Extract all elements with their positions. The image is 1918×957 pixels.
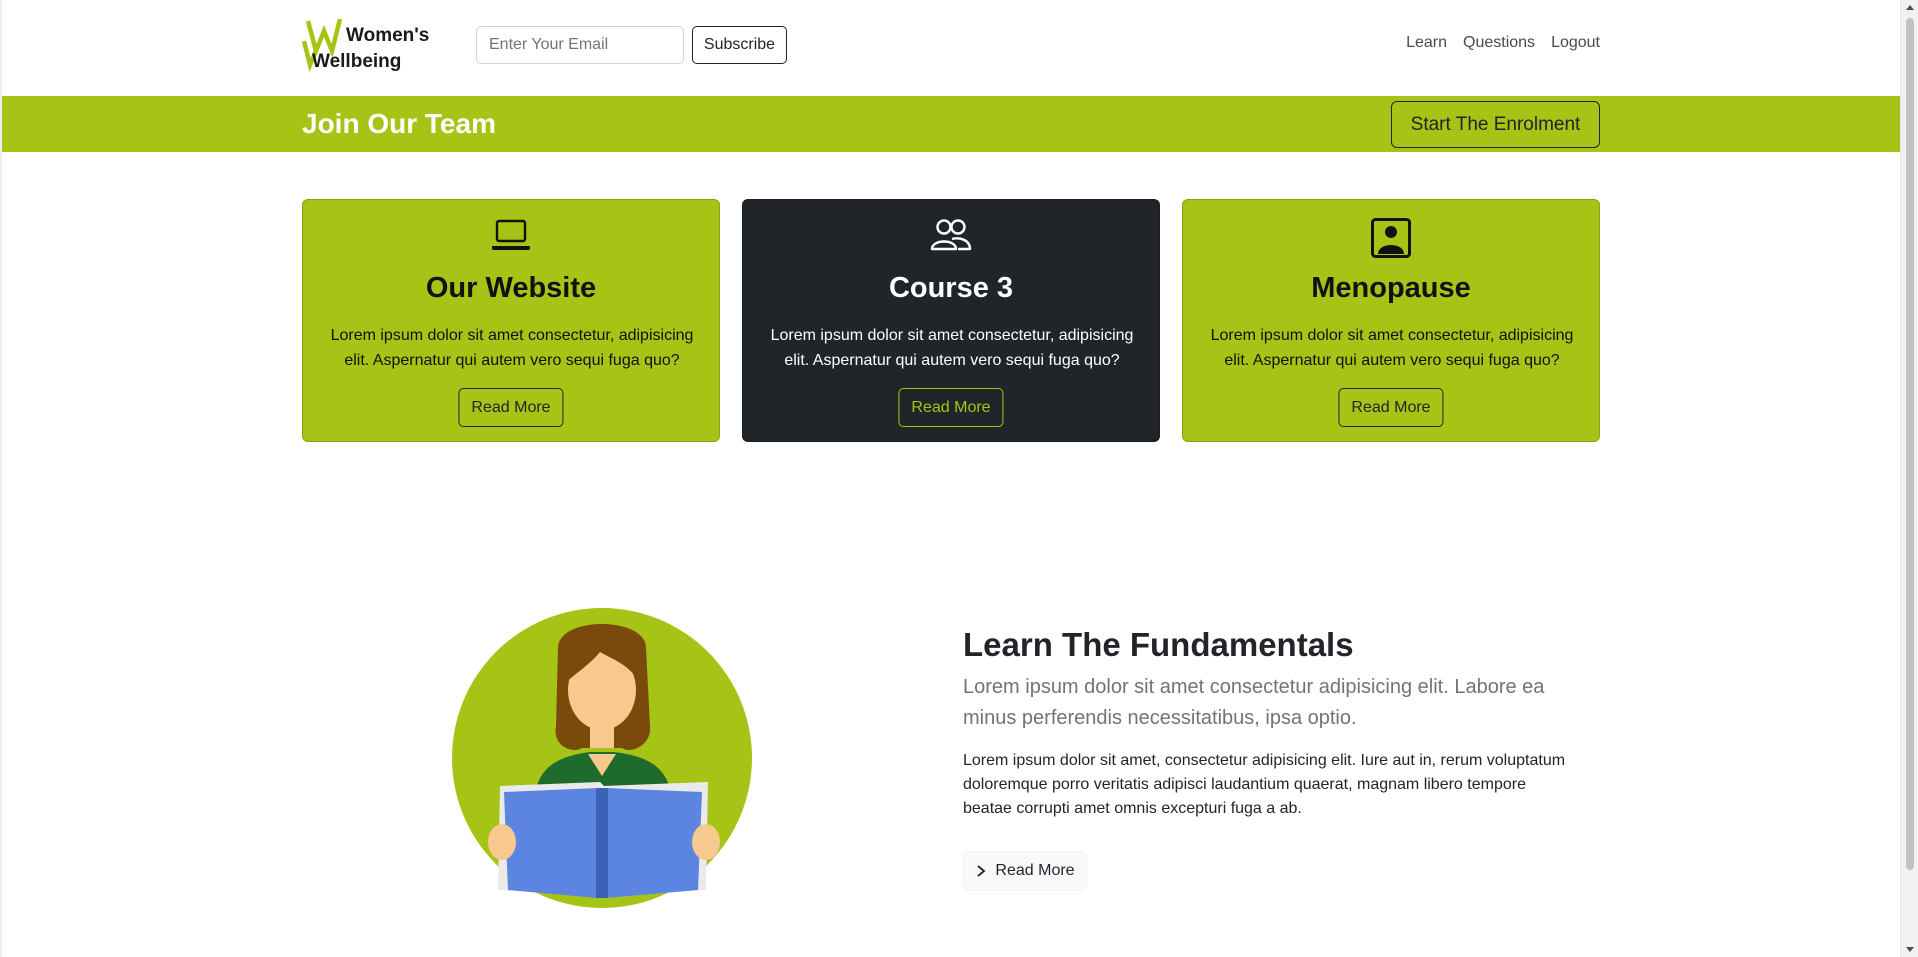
- card-title: Menopause: [1311, 272, 1471, 304]
- chevron-right-icon: [977, 865, 986, 877]
- start-enrolment-button[interactable]: Start The Enrolment: [1391, 101, 1600, 148]
- subscribe-button[interactable]: Subscribe: [692, 26, 787, 64]
- site-header: Women's Wellbeing Subscribe Learn Questi…: [2, 0, 1900, 96]
- card-text: Lorem ipsum dolor sit amet consectetur, …: [1210, 327, 1574, 369]
- feature-title: Learn The Fundamentals: [963, 626, 1354, 663]
- read-more-button[interactable]: Read More: [898, 388, 1004, 427]
- read-more-button[interactable]: Read More: [1338, 388, 1444, 427]
- page-scrollbar[interactable]: [1900, 0, 1918, 957]
- card-text: Lorem ipsum dolor sit amet consectetur, …: [770, 327, 1134, 369]
- card-menopause: Menopause Lorem ipsum dolor sit amet con…: [1182, 199, 1600, 442]
- people-icon: [930, 219, 972, 251]
- cards-section: Our Website Lorem ipsum dolor sit amet c…: [302, 199, 1600, 442]
- feature-read-more-label: Read More: [995, 862, 1075, 879]
- card-our-website: Our Website Lorem ipsum dolor sit amet c…: [302, 199, 720, 442]
- scroll-up-arrow-icon[interactable]: [1906, 5, 1914, 10]
- card-text: Lorem ipsum dolor sit amet consectetur, …: [330, 327, 694, 369]
- laptop-icon: [492, 219, 530, 250]
- email-input[interactable]: [476, 26, 684, 64]
- woman-reading-illustration: [450, 606, 754, 910]
- card-course-3: Course 3 Lorem ipsum dolor sit amet cons…: [742, 199, 1160, 442]
- banner-title: Join Our Team: [302, 108, 496, 139]
- nav-questions[interactable]: Questions: [1463, 34, 1535, 52]
- logo-mark: Women's Wellbeing: [302, 18, 429, 73]
- feature-body: Lorem ipsum dolor sit amet, consectetur …: [963, 752, 1566, 817]
- nav-learn[interactable]: Learn: [1406, 34, 1447, 52]
- logo-text-line1: Women's: [346, 25, 429, 46]
- scrollbar-thumb[interactable]: [1906, 18, 1914, 870]
- card-title: Our Website: [425, 272, 597, 304]
- feature-read-more-button[interactable]: Read More: [963, 851, 1087, 891]
- page: Women's Wellbeing Subscribe Learn Questi…: [0, 0, 1918, 957]
- logo-text-line2: Wellbeing: [312, 51, 401, 72]
- scroll-down-arrow-icon[interactable]: [1906, 947, 1914, 952]
- person-square-icon: [1371, 218, 1411, 258]
- read-more-button[interactable]: Read More: [458, 388, 564, 427]
- card-title: Course 3: [888, 272, 1014, 304]
- main-nav: Learn Questions Logout: [1406, 34, 1600, 52]
- logo[interactable]: Women's Wellbeing: [302, 15, 442, 75]
- feature-lead: Lorem ipsum dolor sit amet consectetur a…: [963, 676, 1545, 729]
- join-banner: Join Our Team Start The Enrolment: [2, 96, 1900, 152]
- nav-logout[interactable]: Logout: [1551, 34, 1600, 52]
